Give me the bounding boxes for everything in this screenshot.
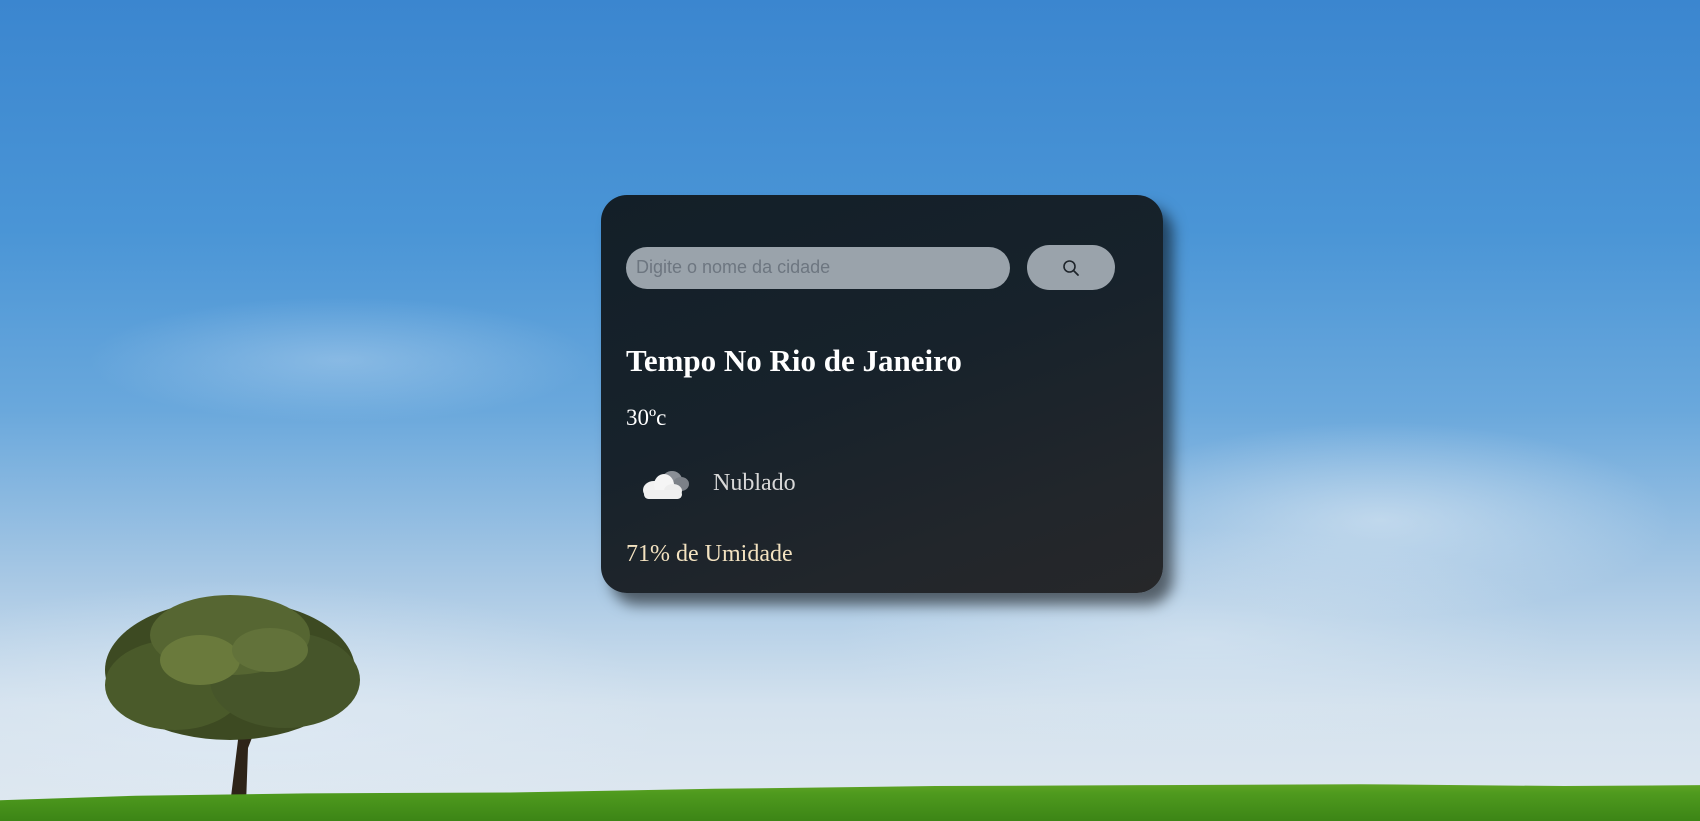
- condition-row: Nublado: [626, 463, 1138, 503]
- cloud-icon: [643, 471, 689, 500]
- city-search-input[interactable]: [626, 246, 1010, 289]
- tree-image: [105, 595, 360, 805]
- weather-card: Tempo No Rio de Janeiro 30ºc Nublado 71%…: [601, 195, 1163, 593]
- condition-text: Nublado: [713, 469, 796, 496]
- humidity: 71% de Umidade: [626, 541, 793, 568]
- search-icon: [1063, 259, 1079, 276]
- city-title: Tempo No Rio de Janeiro: [626, 343, 962, 378]
- temperature: 30ºc: [626, 405, 667, 431]
- search-button[interactable]: [1027, 245, 1115, 290]
- search-bar: [626, 245, 1138, 290]
